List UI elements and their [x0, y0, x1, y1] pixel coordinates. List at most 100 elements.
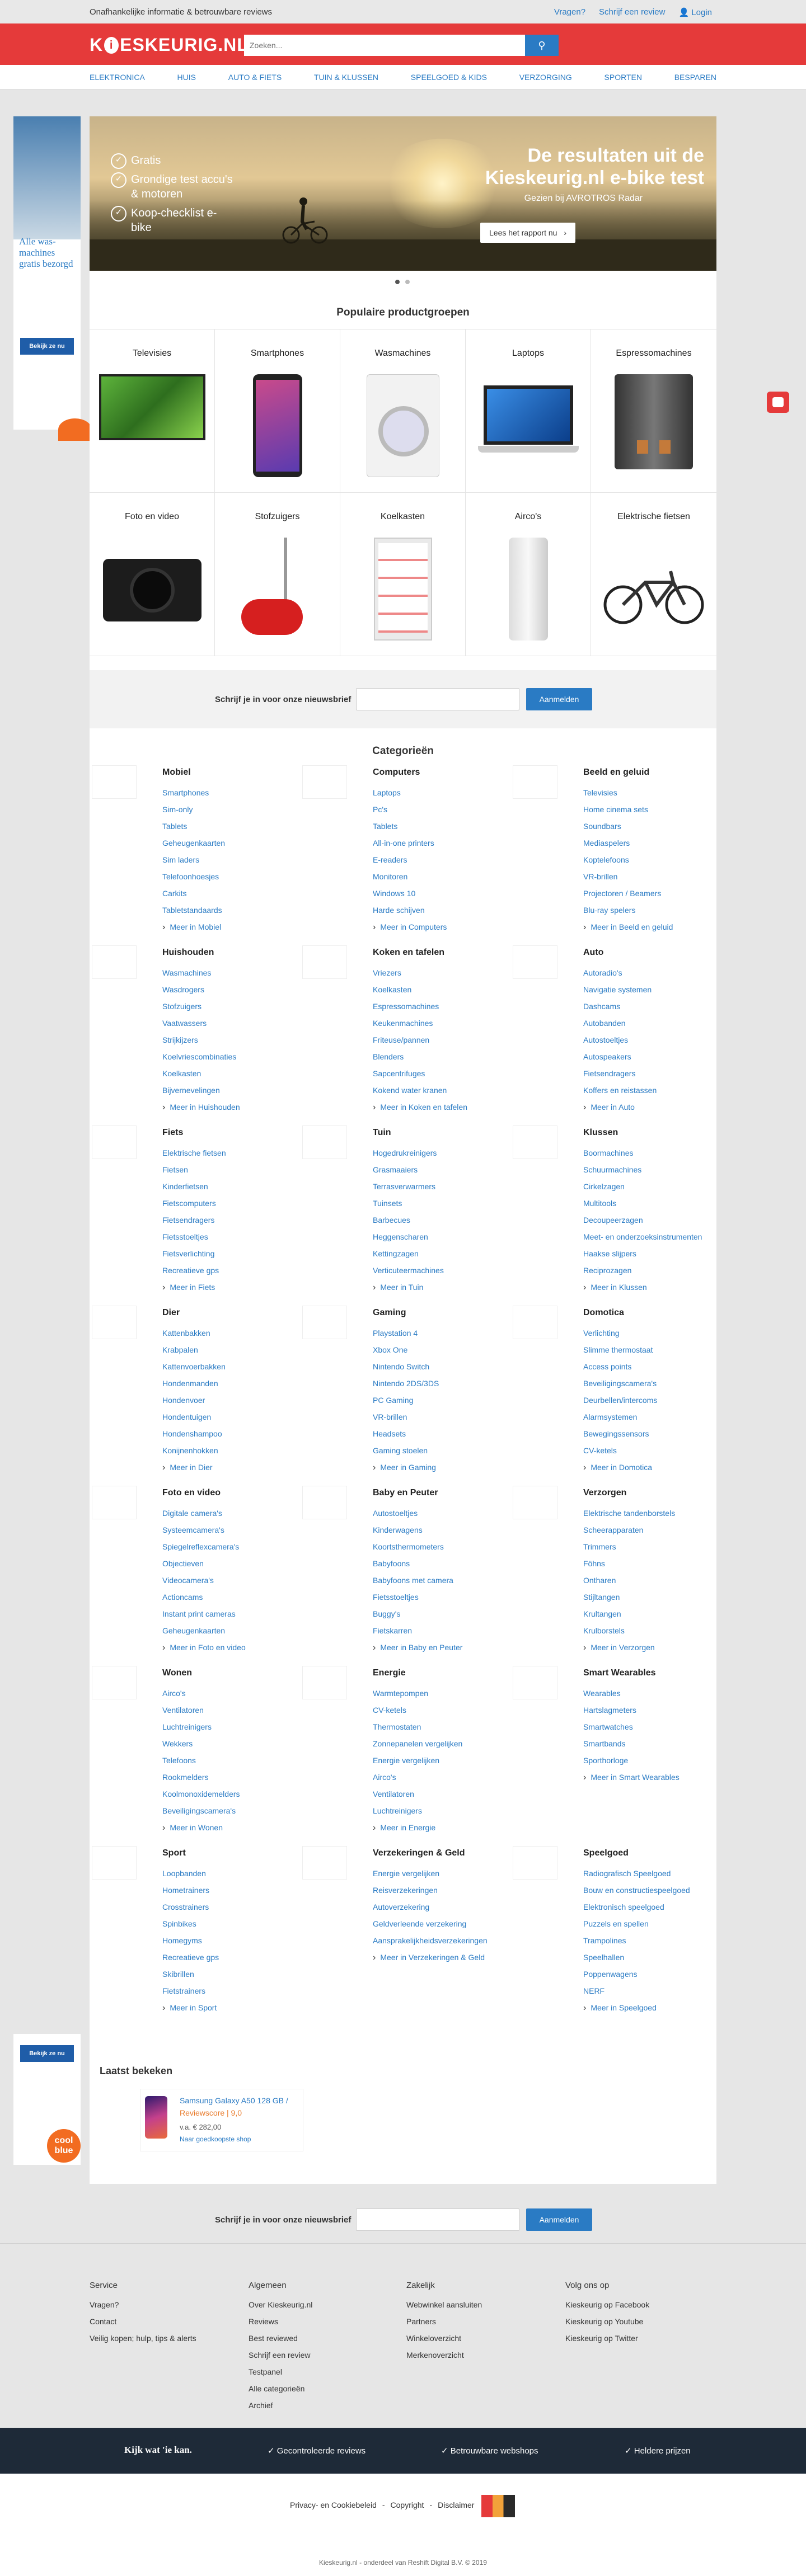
feedback-badge[interactable] [767, 392, 789, 413]
category-thumbnail[interactable] [302, 765, 347, 799]
category-link[interactable]: Fietsstoeltjes [162, 1232, 208, 1241]
newsletter-submit-button[interactable]: Aanmelden [526, 688, 592, 710]
category-more-link[interactable]: Meer in Gaming [380, 1463, 436, 1472]
category-link[interactable]: Krulborstels [583, 1626, 625, 1635]
category-link[interactable]: Fietskarren [373, 1626, 412, 1635]
category-link[interactable]: Monitoren [373, 872, 407, 881]
category-link[interactable]: Airco's [373, 1773, 396, 1782]
category-link[interactable]: Hogedrukreinigers [373, 1148, 437, 1157]
category-link[interactable]: Recreatieve gps [162, 1953, 219, 1962]
footer-link[interactable]: Over Kieskeurig.nl [249, 2296, 312, 2313]
category-heading[interactable]: Verzekeringen & Geld [373, 1848, 465, 1858]
category-link[interactable]: Babyfoons [373, 1559, 410, 1568]
category-link[interactable]: Meet- en onderzoeksinstrumenten [583, 1232, 702, 1241]
category-more-link[interactable]: Meer in Fiets [170, 1283, 215, 1292]
popular-item-stofzuigers[interactable]: Stofzuigers [215, 493, 340, 656]
popular-item-televisies[interactable]: Televisies [90, 329, 215, 493]
category-link[interactable]: Reisverzekeringen [373, 1886, 438, 1895]
ad-button-2[interactable]: Bekijk ze nu [20, 2045, 74, 2062]
nav-speelgoed-kids[interactable]: SPEELGOED & KIDS [411, 73, 487, 82]
category-thumbnail[interactable] [513, 1125, 557, 1159]
category-heading[interactable]: Koken en tafelen [373, 948, 444, 958]
category-link[interactable]: Playstation 4 [373, 1329, 418, 1338]
category-link[interactable]: Tablets [162, 822, 187, 831]
category-link[interactable]: Multitools [583, 1199, 616, 1208]
category-link[interactable]: Koelvriescombinaties [162, 1052, 236, 1061]
category-link[interactable]: Energie vergelijken [373, 1869, 439, 1878]
category-link[interactable]: Geldverleende verzekering [373, 1919, 466, 1928]
category-link[interactable]: Fietsendragers [583, 1069, 635, 1078]
footer-link[interactable]: Archief [249, 2397, 312, 2414]
category-link[interactable]: Sim-only [162, 805, 193, 814]
category-heading[interactable]: Auto [583, 948, 603, 958]
category-thumbnail[interactable] [302, 1125, 347, 1159]
cheapest-shop-link[interactable]: Naar goedkoopste shop [180, 2135, 251, 2143]
category-heading[interactable]: Huishouden [162, 948, 214, 958]
category-link[interactable]: PC Gaming [373, 1396, 413, 1405]
category-link[interactable]: Vriezers [373, 968, 401, 977]
category-link[interactable]: All-in-one printers [373, 839, 434, 847]
disclaimer-link[interactable]: Disclaimer [438, 2500, 474, 2509]
category-link[interactable]: Strijkijzers [162, 1035, 198, 1044]
category-link[interactable]: Tuinsets [373, 1199, 402, 1208]
category-more-link[interactable]: Meer in Verzorgen [591, 1643, 654, 1652]
category-link[interactable]: Laptops [373, 788, 401, 797]
category-link[interactable]: Deurbellen/intercoms [583, 1396, 657, 1405]
questions-link[interactable]: Vragen? [554, 7, 585, 17]
category-link[interactable]: Autoverzekering [373, 1902, 429, 1911]
logo[interactable]: Ki ESKEURIG.NL [90, 35, 249, 55]
category-link[interactable]: Wekkers [162, 1739, 193, 1748]
category-link[interactable]: Nintendo Switch [373, 1362, 429, 1371]
category-link[interactable]: Videocamera's [162, 1576, 214, 1585]
category-link[interactable]: Bijvernevelingen [162, 1086, 220, 1095]
nav-elektronica[interactable]: ELEKTRONICA [90, 73, 145, 82]
search-input[interactable] [244, 35, 524, 56]
category-link[interactable]: Xbox One [373, 1345, 407, 1354]
category-link[interactable]: Zonnepanelen vergelijken [373, 1739, 462, 1748]
category-link[interactable]: Homegyms [162, 1936, 202, 1945]
newsletter-email-input[interactable] [356, 688, 519, 710]
side-ad-bottom[interactable]: Bekijk ze nu cool blue [13, 2034, 81, 2165]
category-link[interactable]: Sporthorloge [583, 1756, 628, 1765]
category-link[interactable]: Headsets [373, 1429, 406, 1438]
footer-link[interactable]: Partners [406, 2313, 482, 2330]
category-thumbnail[interactable] [513, 1306, 557, 1339]
category-heading[interactable]: Sport [162, 1848, 186, 1858]
category-more-link[interactable]: Meer in Tuin [380, 1283, 423, 1292]
category-link[interactable]: Smartbands [583, 1739, 625, 1748]
category-heading[interactable]: Dier [162, 1308, 180, 1318]
carousel-dot[interactable] [395, 280, 400, 284]
category-heading[interactable]: Smart Wearables [583, 1668, 656, 1678]
category-more-link[interactable]: Meer in Verzekeringen & Geld [380, 1953, 485, 1962]
category-link[interactable]: Kokend water kranen [373, 1086, 447, 1095]
category-thumbnail[interactable] [92, 1486, 137, 1519]
search-button[interactable]: ⚲ [525, 35, 559, 56]
category-link[interactable]: Crosstrainers [162, 1902, 209, 1911]
copyright-link[interactable]: Copyright [391, 2500, 424, 2509]
nav-auto-fiets[interactable]: AUTO & FIETS [228, 73, 282, 82]
category-more-link[interactable]: Meer in Wonen [170, 1823, 223, 1832]
category-link[interactable]: Airco's [162, 1689, 186, 1698]
category-link[interactable]: Dashcams [583, 1002, 620, 1011]
popular-item-elektrische-fietsen[interactable]: Elektrische fietsen [591, 493, 716, 656]
category-more-link[interactable]: Meer in Baby en Peuter [380, 1643, 462, 1652]
category-link[interactable]: Ventilatoren [162, 1706, 204, 1715]
category-thumbnail[interactable] [92, 1125, 137, 1159]
category-link[interactable]: Fietsverlichting [162, 1249, 214, 1258]
popular-item-laptops[interactable]: Laptops [466, 329, 591, 493]
category-link[interactable]: Keukenmachines [373, 1019, 433, 1028]
category-link[interactable]: Autoradio's [583, 968, 622, 977]
category-link[interactable]: Verlichting [583, 1329, 620, 1338]
category-link[interactable]: Beveiligingscamera's [583, 1379, 657, 1388]
recent-product-card[interactable]: Samsung Galaxy A50 128 GB / Reviewscore … [140, 2089, 303, 2151]
category-link[interactable]: Hondenmanden [162, 1379, 218, 1388]
category-link[interactable]: Slimme thermostaat [583, 1345, 653, 1354]
category-link[interactable]: Speelhallen [583, 1953, 624, 1962]
category-heading[interactable]: Fiets [162, 1128, 183, 1138]
ad-button[interactable]: Bekijk ze nu [20, 338, 74, 355]
nav-tuin-klussen[interactable]: TUIN & KLUSSEN [314, 73, 378, 82]
footer-link[interactable]: Kieskeurig op Twitter [565, 2330, 649, 2347]
popular-item-espressomachines[interactable]: Espressomachines [591, 329, 716, 493]
category-link[interactable]: CV-ketels [373, 1706, 406, 1715]
category-thumbnail[interactable] [302, 945, 347, 979]
